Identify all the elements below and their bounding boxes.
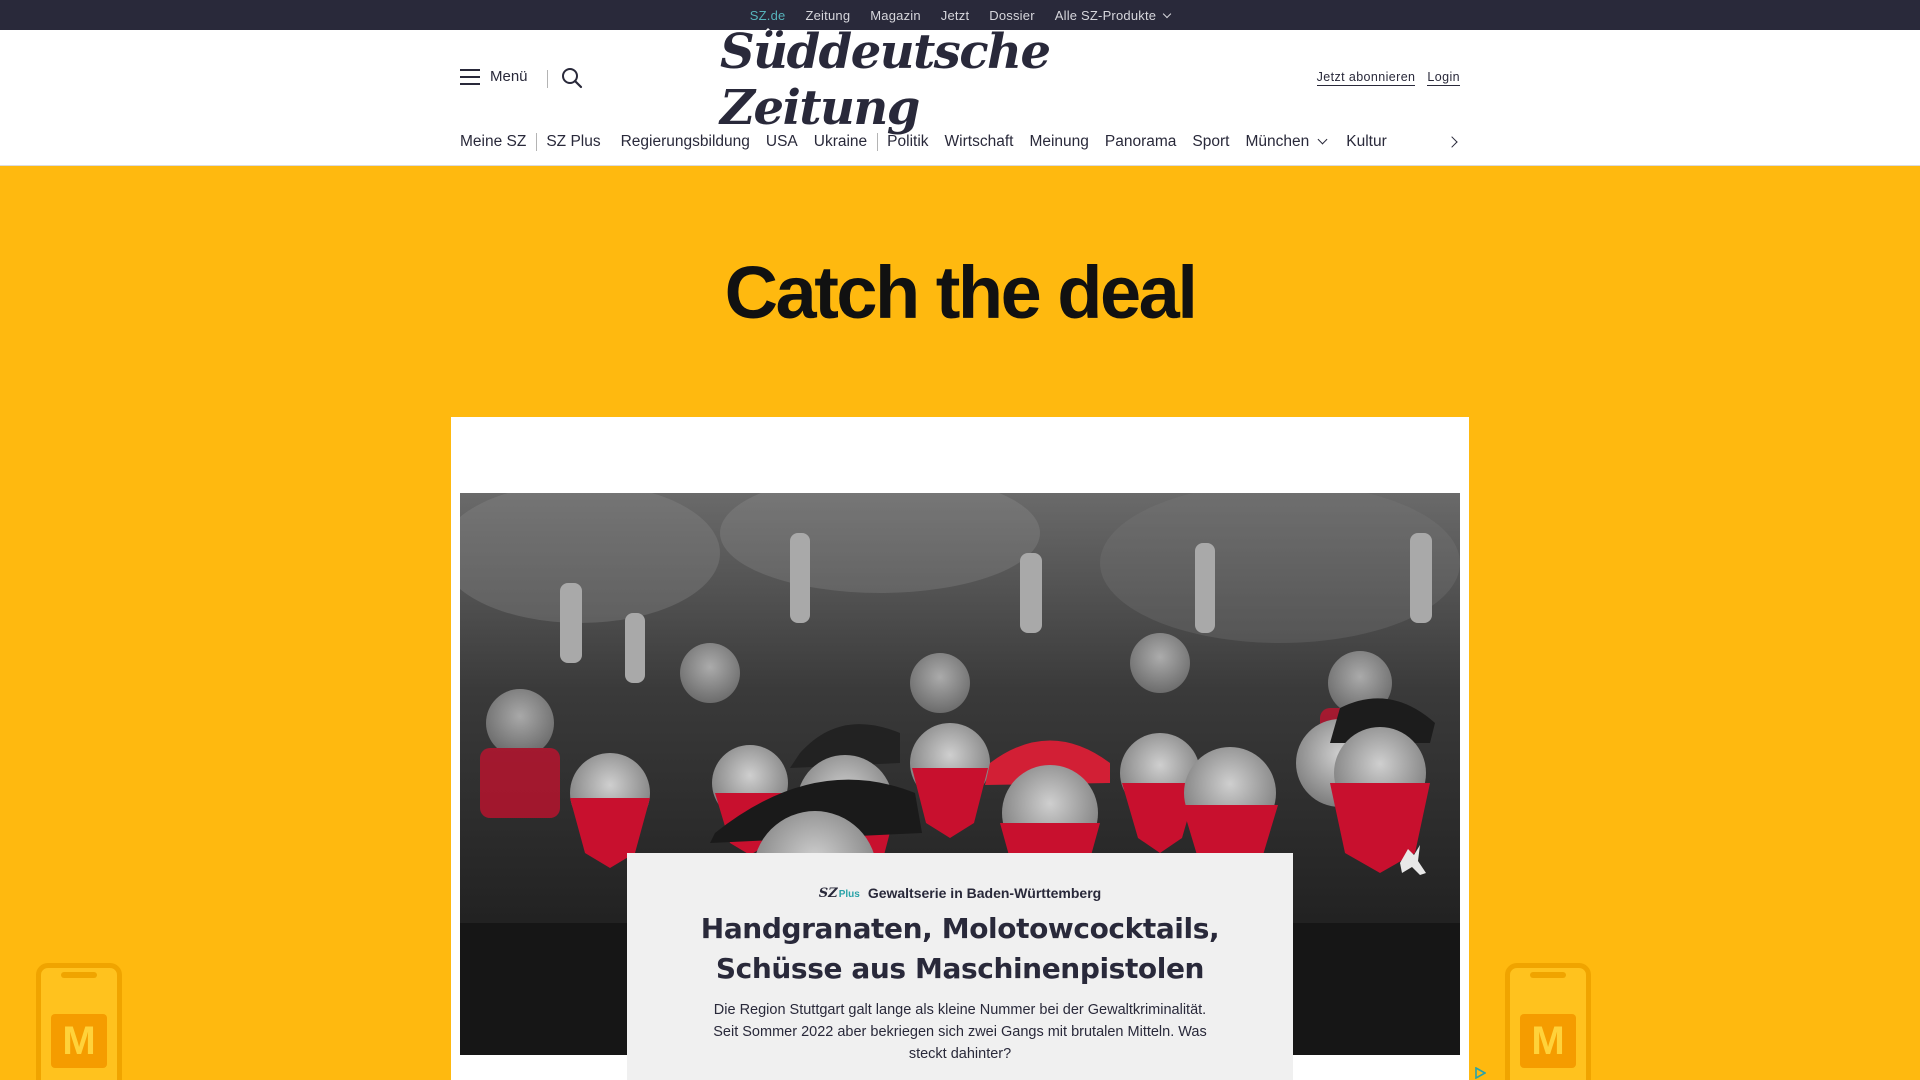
sz-plus-badge-sz: SZ [818,885,838,901]
article-kicker: Gewaltserie in Baden-Württemberg [867,885,1102,901]
side-ad-left[interactable]: M [36,963,122,1080]
nav-item-wirtschaft[interactable]: Wirtschaft [945,133,1014,151]
divider [547,70,548,88]
topbar-link-zeitung[interactable]: Zeitung [805,8,850,23]
nav-item-sz-plus[interactable]: SZ Plus [546,133,600,151]
subscribe-link[interactable]: Jetzt abonnieren [1316,70,1416,86]
topbar-link-szde[interactable]: SZ.de [750,8,786,34]
nav-item-meinung[interactable]: Meinung [1029,133,1088,151]
nav-item-panorama[interactable]: Panorama [1105,133,1177,151]
nav-scroll-right-button[interactable] [1446,134,1462,150]
nav-divider [536,133,538,151]
nav-item-politik[interactable]: Politik [887,133,928,151]
chevron-right-icon [1446,136,1458,148]
chevron-down-icon [1162,9,1172,18]
side-ad-right[interactable]: M [1505,963,1591,1080]
main-nav: Meine SZ SZ Plus Regierungsbildung USA U… [460,130,1403,154]
adchoices-icon[interactable] [1474,1067,1486,1079]
menu-button[interactable]: Menü [460,68,528,85]
nav-item-regierungsbildung[interactable]: Regierungsbildung [621,133,750,151]
muenchen-label: München [1245,133,1310,150]
chevron-down-icon [1317,134,1328,145]
sz-plus-badge: SZPlus [819,886,860,901]
logo[interactable]: Süddeutsche Zeitung [720,24,1200,136]
article-teaser[interactable]: SZPlus Gewaltserie in Baden-Württemberg … [627,853,1293,1080]
topbar-link-sz-produkte[interactable]: Alle SZ-Produkte [1054,7,1172,23]
login-link[interactable]: Login [1427,70,1460,86]
topbar-link-jetzt[interactable]: Jetzt [941,8,969,23]
mcdonalds-logo-icon: M [1520,1014,1576,1068]
phone-notch [1530,972,1566,978]
article-headline[interactable]: Handgranaten, Molotowcocktails, Schüsse … [667,909,1253,989]
topbar-link-dossier[interactable]: Dossier [989,8,1034,23]
nav-divider [877,133,879,151]
nav-item-ukraine[interactable]: Ukraine [814,133,867,151]
article-teaser-text: Die Region Stuttgart galt lange als klei… [713,1002,1207,1062]
nav-item-kultur[interactable]: Kultur [1346,133,1387,151]
logo-text: Süddeutsche Zeitung [720,24,1051,136]
site-header: Menü Süddeutsche Zeitung Jetzt abonniere… [0,24,1920,166]
mcdonalds-logo-icon: M [51,1014,107,1068]
search-icon [562,68,583,89]
menu-label: Menü [490,68,528,85]
search-button[interactable] [560,66,584,90]
sz-plus-badge-plus: Plus [838,888,860,900]
nav-item-muenchen[interactable]: München [1245,133,1328,151]
hamburger-icon [460,68,480,85]
nav-item-meine-sz[interactable]: Meine SZ [460,133,526,151]
phone-notch [61,972,97,978]
nav-item-usa[interactable]: USA [766,133,798,151]
nav-item-sport[interactable]: Sport [1192,133,1229,151]
topbar-link-magazin[interactable]: Magazin [870,8,921,23]
sz-produkte-label: Alle SZ-Produkte [1054,7,1157,23]
ad-headline[interactable]: Catch the deal [0,250,1920,335]
